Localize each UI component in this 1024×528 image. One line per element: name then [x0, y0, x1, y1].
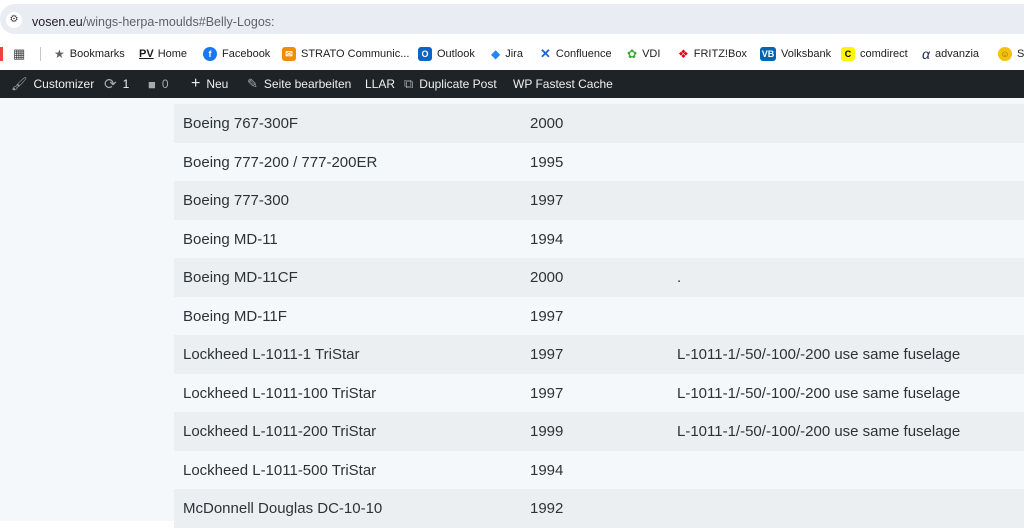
- comdirect-icon: C: [841, 47, 855, 61]
- apps-grid-icon[interactable]: ▦: [13, 38, 25, 70]
- pencil-icon: ✎: [247, 76, 258, 91]
- url-text[interactable]: vosen.eu/wings-herpa-moulds#Belly-Logos:: [32, 15, 275, 29]
- strato-icon: ✉: [282, 47, 296, 61]
- table-row: Boeing 777-200 / 777-200ER 1995: [174, 142, 1024, 181]
- cell-model: Boeing MD-11F: [183, 307, 287, 325]
- bookmark-volksbank[interactable]: VB Volksbank: [760, 38, 831, 70]
- advanzia-icon: α: [922, 46, 930, 62]
- bookmark-fritzbox[interactable]: ❖ FRITZ!Box: [678, 38, 747, 70]
- cell-model: Boeing 777-300: [183, 192, 289, 209]
- cell-note: .: [677, 269, 682, 286]
- aircraft-table: Boeing 767-300F 2000 Boeing 777-200 / 77…: [0, 98, 1024, 528]
- table-row: Boeing MD-11F 1997: [174, 296, 1024, 335]
- star-icon: ★: [54, 47, 65, 61]
- cell-model: Lockheed L-1011-200 TriStar: [183, 423, 377, 440]
- wp-llar[interactable]: LLAR: [365, 70, 395, 98]
- outlook-icon: O: [418, 47, 432, 61]
- bookmark-jira[interactable]: ◆ Jira: [491, 38, 523, 70]
- cell-model: Boeing MD-11: [183, 230, 278, 248]
- wp-comments[interactable]: ■ 0: [148, 70, 169, 98]
- wp-customizer[interactable]: 🖌 Customizer: [11, 70, 94, 98]
- cell-model: Boeing MD-11CF: [183, 269, 298, 286]
- table-row: Lockheed L-1011-500 TriStar 1994: [174, 450, 1024, 489]
- wp-updates[interactable]: ⟳ 1: [104, 70, 129, 98]
- cell-year: 1997: [530, 384, 564, 402]
- table-row: Boeing MD-11 1994: [174, 219, 1024, 258]
- bookmark-confluence[interactable]: ✕ Confluence: [540, 38, 612, 70]
- table-row: Boeing 767-300F 2000: [174, 104, 1024, 143]
- bookmark-comdirect[interactable]: C comdirect: [841, 38, 908, 70]
- table-row: Boeing 777-300 1997: [174, 181, 1024, 220]
- bookmark-se[interactable]: ☺ Se: [998, 38, 1024, 70]
- cell-year: 1992: [530, 500, 564, 517]
- duplicate-icon: ⧉: [404, 76, 414, 91]
- cell-year: 1997: [530, 307, 564, 325]
- omnibox[interactable]: ⚙ vosen.eu/wings-herpa-moulds#Belly-Logo…: [0, 4, 1024, 34]
- plus-icon: +: [191, 75, 201, 92]
- confluence-icon: ✕: [540, 46, 551, 61]
- cell-note: L-1011-1/-50/-100/-200 use same fuselage: [677, 423, 961, 440]
- wp-admin-bar: 🖌 Customizer ⟳ 1 ■ 0 + Neu ✎ Seite bearb…: [0, 70, 1024, 98]
- wp-duplicate-post[interactable]: ⧉ Duplicate Post: [404, 70, 497, 98]
- brush-icon: 🖌: [11, 76, 28, 91]
- bookmark-vdi[interactable]: ✿ VDI: [627, 38, 660, 70]
- table-row: Lockheed L-1011-100 TriStar 1997 L-1011-…: [174, 373, 1024, 412]
- cell-year: 1995: [530, 153, 564, 171]
- facebook-icon: f: [203, 47, 217, 61]
- bookmark-home[interactable]: PV Home: [139, 38, 187, 70]
- cell-model: Boeing 767-300F: [183, 115, 299, 132]
- bookmarks-divider: [40, 47, 41, 61]
- cell-model: Lockheed L-1011-100 TriStar: [183, 384, 377, 402]
- cell-year: 1994: [530, 461, 564, 479]
- cell-year: 1999: [530, 423, 564, 440]
- site-settings-icon[interactable]: ⚙: [6, 12, 22, 28]
- cell-year: 1994: [530, 230, 564, 248]
- bookmark-strato[interactable]: ✉ STRATO Communic...: [282, 38, 409, 70]
- cell-note: L-1011-1/-50/-100/-200 use same fuselage: [677, 384, 961, 402]
- cell-note: L-1011-1/-50/-100/-200 use same fuselage: [677, 346, 961, 363]
- cell-year: 1997: [530, 346, 564, 363]
- refresh-icon: ⟳: [104, 76, 117, 93]
- volksbank-icon: VB: [760, 47, 776, 61]
- jira-icon: ◆: [491, 47, 501, 61]
- bookmark-facebook[interactable]: f Facebook: [203, 38, 270, 70]
- table-row: Lockheed L-1011-200 TriStar 1999 L-1011-…: [174, 412, 1024, 451]
- table-row: Lockheed L-1011-1 TriStar 1997 L-1011-1/…: [174, 335, 1024, 374]
- wp-new[interactable]: + Neu: [191, 70, 228, 98]
- comment-icon: ■: [148, 76, 156, 92]
- cell-model: Lockheed L-1011-1 TriStar: [183, 346, 360, 363]
- wp-edit-page[interactable]: ✎ Seite bearbeiten: [247, 70, 351, 98]
- table-row: McDonnell Douglas DC-10-10 1992: [174, 489, 1024, 528]
- vdi-icon: ✿: [627, 47, 638, 61]
- bookmark-advanzia[interactable]: α advanzia: [922, 38, 979, 70]
- address-bar: ⚙ vosen.eu/wings-herpa-moulds#Belly-Logo…: [0, 0, 1024, 38]
- sidebar-edge-icon: [0, 38, 3, 70]
- bookmark-bookmarks[interactable]: ★ Bookmarks: [54, 38, 125, 70]
- cell-year: 2000: [530, 115, 564, 132]
- bookmarks-bar: ▦ ★ Bookmarks PV Home f Facebook ✉ STRAT…: [0, 38, 1024, 71]
- cell-model: McDonnell Douglas DC-10-10: [183, 500, 383, 517]
- wp-fastest-cache[interactable]: WP Fastest Cache: [513, 70, 613, 98]
- smiley-icon: ☺: [998, 47, 1012, 61]
- pv-icon: PV: [139, 48, 154, 60]
- cell-year: 2000: [530, 269, 564, 286]
- cell-model: Lockheed L-1011-500 TriStar: [183, 461, 377, 479]
- bookmark-outlook[interactable]: O Outlook: [418, 38, 475, 70]
- table-row: Boeing MD-11CF 2000 .: [174, 258, 1024, 297]
- fritzbox-icon: ❖: [678, 47, 689, 61]
- cell-model: Boeing 777-200 / 777-200ER: [183, 153, 378, 171]
- cell-year: 1997: [530, 192, 564, 209]
